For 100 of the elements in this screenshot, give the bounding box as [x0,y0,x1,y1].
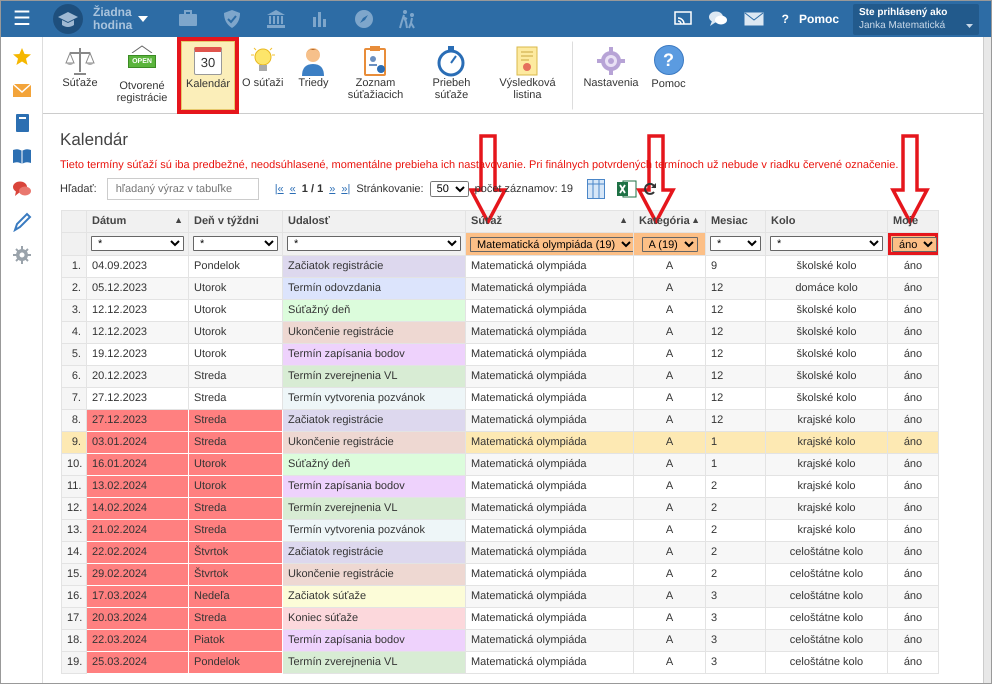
column-header[interactable]: Dátum [92,215,126,228]
column-header[interactable]: Kolo [771,215,796,228]
toolbar-button[interactable]: ? Pomoc [646,41,692,110]
toolbar-button[interactable]: Priebeh súťaže [414,41,488,110]
table-cell: 21.02.2024 [86,520,188,542]
table-cell: 9. [62,432,86,454]
gear-icon[interactable] [12,245,32,265]
table-cell: Matematická olympiáda [466,542,634,564]
table-cell: áno [888,630,938,652]
filter-select[interactable]: * [193,236,278,251]
compass-icon[interactable] [354,9,374,29]
table-cell: Ukončenie registrácie [282,322,466,344]
toolbar-button[interactable]: O súťaži [237,41,288,110]
table-cell: Matematická olympiáda [466,454,634,476]
star-icon[interactable] [12,47,32,67]
page-size-select[interactable]: 50 [430,181,469,197]
filter-select[interactable]: * [91,236,184,251]
table-cell: 22.03.2024 [86,630,188,652]
table-cell: Matematická olympiáda [466,432,634,454]
table-cell: Termín zapísania bodov [282,344,466,366]
table-cell: Streda [188,410,282,432]
table-cell: Pondelok [188,652,282,674]
filter-select[interactable]: áno [892,236,937,252]
table-cell: 5. [62,344,86,366]
column-header[interactable]: Udalosť [288,215,330,228]
table-cell: Termín odovzdania [282,278,466,300]
filter-select[interactable]: Matematická olympiáda (19) [470,236,632,252]
table-cell: celoštátne kolo [766,542,888,564]
table-cell: áno [888,366,938,388]
table-cell: Utorok [188,454,282,476]
help-link[interactable]: ? Pomoc [782,10,839,28]
toolbar-button[interactable]: Súťaže [57,41,103,110]
table-cell: Začiatok registrácie [282,410,466,432]
table-cell: 3 [706,586,766,608]
sort-arrow-icon[interactable]: ▲ [691,214,700,228]
table-cell: áno [888,498,938,520]
table-cell: 13. [62,520,86,542]
pager-link[interactable]: » [329,180,336,198]
pager-link[interactable]: »| [341,180,350,198]
search-field[interactable]: hľadaný výraz v tabuľke [106,178,259,200]
table-cell: 3 [706,652,766,674]
table-cell: A [634,366,706,388]
page-size-label: Stránkovanie: [356,182,424,197]
table-cell: Matematická olympiáda [466,366,634,388]
table-cell: Nedeľa [188,586,282,608]
filter-select[interactable]: * [710,236,761,251]
columns-icon[interactable] [587,179,606,199]
table-cell: domáce kolo [766,278,888,300]
table-cell: 16.01.2024 [86,454,188,476]
table-cell: Matematická olympiáda [466,322,634,344]
table-cell: A [634,630,706,652]
filter-select[interactable]: * [770,236,883,251]
toolbar-button[interactable]: Výsledková listina [490,41,564,110]
mail-icon[interactable] [744,12,764,26]
table-cell: 1. [62,256,86,278]
toolbar-button[interactable]: Zoznam súťažiacich [338,41,412,110]
table-cell: Streda [188,366,282,388]
refresh-icon[interactable] [643,182,658,196]
chat-bubbles-icon[interactable] [12,179,32,199]
filter-select[interactable]: * [287,236,461,251]
filter-select[interactable]: A (19) [642,236,698,252]
menu-button[interactable]: ☰ [13,4,31,34]
table-cell: 19. [62,652,86,674]
spreadsheet-icon[interactable] [617,179,638,199]
sort-arrow-icon[interactable]: ▲ [619,214,628,228]
toolbar-button[interactable]: Nastavenia [572,41,644,110]
user-menu[interactable]: Ste prihlásený ako Janka Matematická [853,4,979,34]
table-cell: Streda [188,498,282,520]
table-cell: A [634,278,706,300]
chat-icon[interactable] [708,10,728,28]
table-cell: Streda [188,608,282,630]
bank-icon[interactable] [266,9,286,29]
pen-icon[interactable] [12,212,32,232]
pager-link[interactable]: |« [274,180,284,198]
table-cell: krajské kolo [766,498,888,520]
table-cell: A [634,322,706,344]
pager-link[interactable]: « [290,180,296,198]
table-cell: A [634,652,706,674]
caret-icon [966,24,973,28]
table-cell: Koniec súťaže [282,608,466,630]
scrollbar[interactable] [983,37,991,683]
table-cell: školské kolo [766,366,888,388]
table-cell: 3 [706,630,766,652]
table-cell: Matematická olympiáda [466,278,634,300]
table-cell: 14. [62,542,86,564]
open-book-icon[interactable] [12,146,32,166]
sort-arrow-icon[interactable]: ▲ [174,214,183,228]
search-label: Hľadať: [60,182,97,197]
toolbar-button[interactable]: Triedy [290,41,336,110]
table-cell: áno [888,322,938,344]
table-cell: Streda [188,432,282,454]
record-count: počet záznamov: 19 [474,182,574,197]
shield-icon[interactable] [222,9,242,29]
screen-cast-icon[interactable] [674,11,692,27]
table-cell: 13.02.2024 [86,476,188,498]
table-cell: krajské kolo [766,454,888,476]
briefcase-icon[interactable] [178,9,198,29]
table-cell: školské kolo [766,322,888,344]
table-cell: A [634,432,706,454]
graduation-cap-icon[interactable] [53,4,83,34]
